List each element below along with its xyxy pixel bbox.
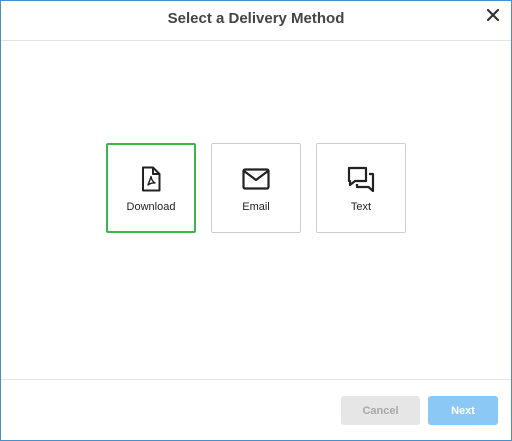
dialog-title: Select a Delivery Method: [167, 10, 345, 27]
delivery-method-dialog: Select a Delivery Method Download Email …: [0, 0, 512, 441]
option-email[interactable]: Email: [211, 143, 301, 233]
option-text[interactable]: Text: [316, 143, 406, 233]
option-label: Text: [350, 201, 372, 213]
dialog-footer: Cancel Next: [1, 379, 511, 440]
cancel-button[interactable]: Cancel: [341, 396, 420, 425]
envelope-icon: [212, 164, 300, 194]
pdf-file-icon: [108, 164, 194, 194]
dialog-header: Select a Delivery Method: [1, 1, 511, 41]
option-label: Download: [126, 201, 176, 213]
next-button[interactable]: Next: [428, 396, 498, 425]
option-download[interactable]: Download: [106, 143, 196, 233]
option-label: Email: [242, 201, 270, 213]
dialog-body: Download Email Text: [1, 42, 511, 379]
close-icon: [487, 9, 499, 21]
chat-bubbles-icon: [317, 164, 405, 194]
close-button[interactable]: [483, 5, 503, 25]
